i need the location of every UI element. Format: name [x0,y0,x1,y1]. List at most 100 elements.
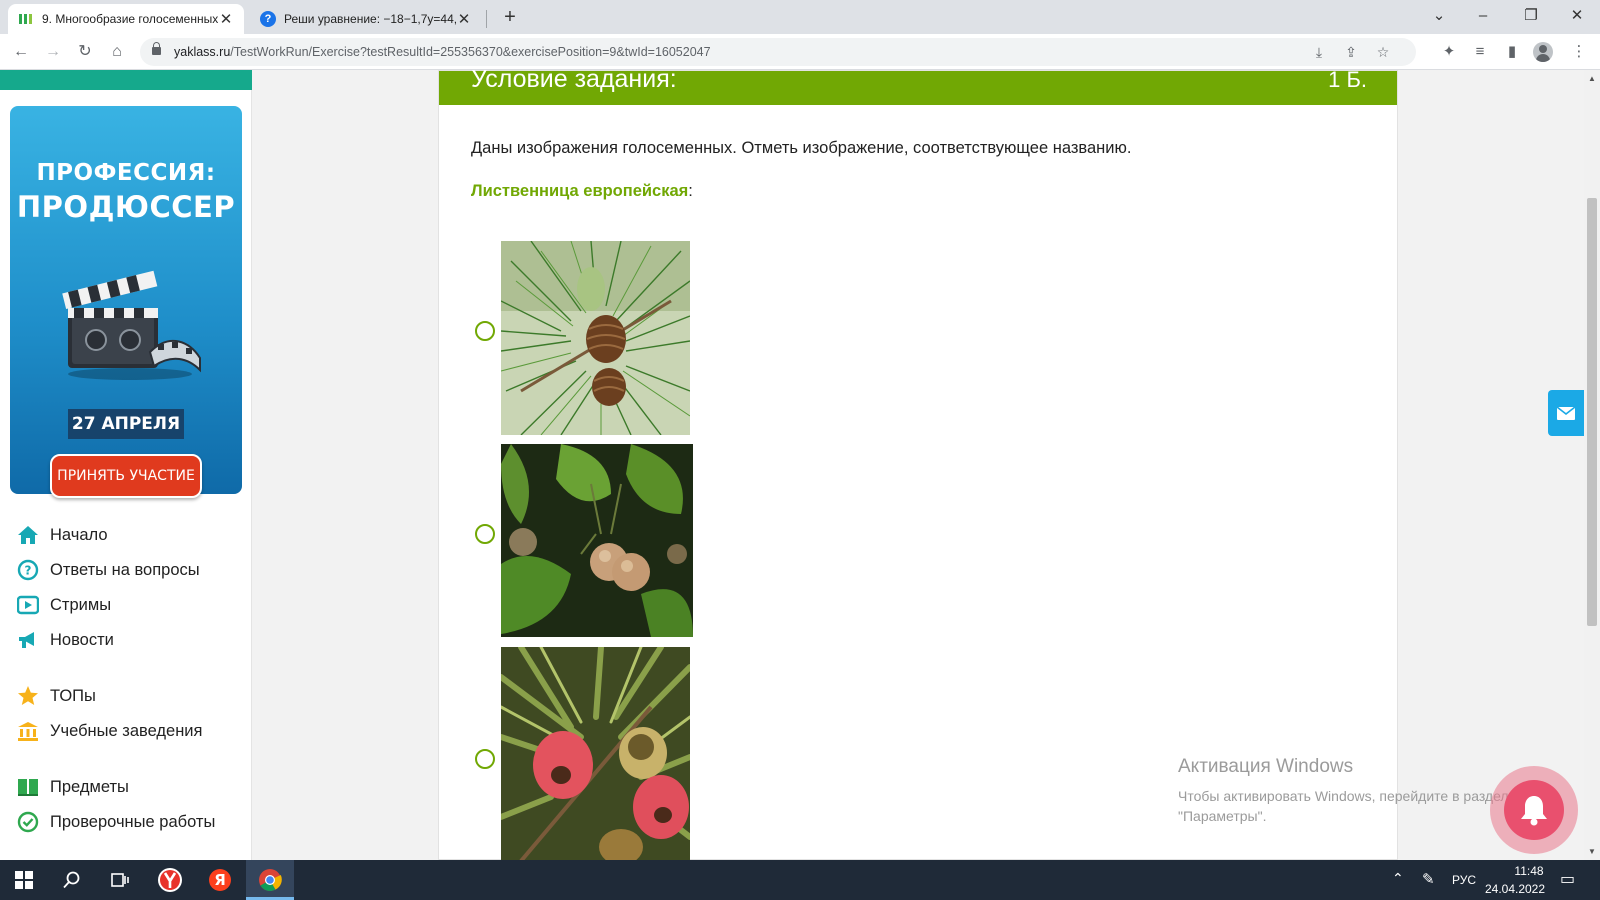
side-panel-icon[interactable]: ▮ [1499,39,1525,65]
sidebar-item-subjects[interactable]: Предметы [16,774,129,800]
notification-bell-button[interactable] [1490,766,1578,854]
scroll-thumb[interactable] [1587,198,1597,626]
search-icon [63,871,80,889]
extensions-icon[interactable]: ✦ [1436,39,1462,65]
yandex-browser-icon [158,868,182,892]
close-tab-icon[interactable]: ✕ [218,10,234,28]
action-center-icon[interactable]: ▭ [1560,869,1575,889]
windows-logo-icon [15,871,33,889]
taskbar-search-button[interactable] [48,860,96,900]
bell-badge [1504,780,1564,840]
start-button[interactable] [0,860,48,900]
url-domain: yaklass.ru [174,45,231,59]
forward-button[interactable]: → [40,39,66,65]
close-window-button[interactable]: ✕ [1554,2,1600,30]
exercise-header: Условие задания: 1 Б. [439,70,1397,105]
url-text[interactable]: yaklass.ru/TestWorkRun/Exercise?testResu… [174,45,711,59]
tab-active[interactable]: 9. Многообразие голосеменных ✕ [8,4,244,34]
play-icon [16,593,40,617]
banner-date: 27 АПРЕЛЯ [68,409,184,439]
share-icon[interactable]: ⇪ [1340,41,1362,63]
banner-participate-button[interactable]: ПРИНЯТЬ УЧАСТИЕ [50,454,202,498]
svg-text:Я: Я [214,871,226,889]
page-viewport: ПРОФЕССИЯ: ПРОДЮССЕР 27 АПРЕЛЯ ПРИНЯТЬ У… [0,70,1584,860]
sidebar-item-tests[interactable]: Проверочные работы [16,809,215,835]
target-species: Лиственница европейская: [471,182,693,201]
home-button[interactable]: ⌂ [104,39,130,65]
option-1-radio[interactable] [475,321,495,341]
activation-text-2: "Параметры". [1178,808,1267,824]
lock-icon[interactable] [152,42,161,55]
feedback-mail-button[interactable] [1548,390,1584,436]
close-tab-icon[interactable]: ✕ [456,10,472,28]
install-icon[interactable]: ⤓ [1308,41,1330,63]
reading-list-icon[interactable]: ≡ [1467,39,1493,65]
option-2-radio[interactable] [475,524,495,544]
promo-banner[interactable]: ПРОФЕССИЯ: ПРОДЮССЕР 27 АПРЕЛЯ ПРИНЯТЬ У… [10,106,242,498]
activation-text-1: Чтобы активировать Windows, перейдите в … [1178,788,1509,804]
banner-line-2: ПРОДЮССЕР [16,190,236,224]
star-icon [16,684,40,708]
yandex-app-button[interactable]: Я [196,860,244,900]
scroll-up-arrow-icon[interactable]: ▲ [1588,74,1596,83]
sidebar-item-institutions[interactable]: Учебные заведения [16,718,202,744]
menu-kebab-icon[interactable]: ⋮ [1566,39,1592,65]
tray-chevron-icon[interactable]: ⌃ [1392,870,1404,887]
yandex-icon: Я [209,869,231,891]
task-view-button[interactable] [96,860,144,900]
reload-button[interactable]: ↻ [72,39,98,65]
minimize-button[interactable]: – [1460,2,1506,30]
tab-label: 9. Многообразие голосеменных [42,12,218,26]
option-2-image[interactable] [501,444,693,637]
chrome-icon [259,869,282,891]
sidebar-item-news[interactable]: Новости [16,627,114,653]
option-3-radio[interactable] [475,749,495,769]
bell-icon [1521,796,1547,826]
ginkgo-seeds-image [501,444,693,637]
clock-time[interactable]: 11:48 [1494,864,1564,878]
option-1-image[interactable] [501,241,690,435]
sidebar-item-label: Учебные заведения [50,721,203,740]
bookmark-star-icon[interactable]: ☆ [1372,41,1394,63]
browser-toolbar: ← → ↻ ⌂ yaklass.ru/TestWorkRun/Exercise?… [0,34,1600,70]
yew-berries-image [501,647,690,860]
target-species-name: Лиственница европейская [471,182,689,200]
book-icon [16,775,40,799]
profile-avatar-icon[interactable] [1533,42,1553,62]
banner-line-1: ПРОФЕССИЯ: [36,160,216,186]
restore-button[interactable]: ❐ [1508,2,1554,30]
envelope-icon [1557,406,1575,420]
language-indicator[interactable]: РУС [1452,873,1476,887]
scroll-down-arrow-icon[interactable]: ▼ [1588,847,1596,856]
chrome-button[interactable] [246,860,294,900]
exercise-instruction: Даны изображения голосеменных. Отметь из… [471,139,1132,157]
windows-taskbar: Я ⌃ ✎ РУС 11:48 24.04.2022 ▭ [0,860,1600,900]
page-scrollbar[interactable]: ▲ ▼ [1584,70,1600,860]
sidebar-header-strip [0,70,252,90]
address-bar[interactable]: yaklass.ru/TestWorkRun/Exercise?testResu… [140,38,1416,66]
back-button[interactable]: ← [8,39,34,65]
sidebar-item-label: Новости [50,630,114,649]
question-favicon-icon: ? [260,11,276,27]
new-tab-button[interactable]: + [498,5,522,29]
option-3-image[interactable] [501,647,690,860]
yandex-browser-button[interactable] [146,860,194,900]
tab-inactive[interactable]: ? Реши уравнение: −18−1,7y=44,4 ✕ [250,4,482,34]
tab-search-icon[interactable]: ⌄ [1416,2,1462,30]
megaphone-icon [16,628,40,652]
clock-date[interactable]: 24.04.2022 [1478,882,1552,896]
exercise-points: 1 Б. [1328,70,1367,92]
pen-icon[interactable]: ✎ [1422,870,1435,888]
exercise-title: Условие задания: [471,70,677,93]
sidebar-item-streams[interactable]: Стримы [16,592,111,618]
sidebar-item-answers[interactable]: ? Ответы на вопросы [16,557,200,583]
tab-label: Реши уравнение: −18−1,7y=44,4 [284,12,456,26]
activation-title: Активация Windows [1178,756,1354,777]
larch-cones-image [501,241,690,435]
clapperboard-icon [62,270,201,380]
sidebar-item-home[interactable]: Начало [16,522,108,548]
home-icon [16,523,40,547]
sidebar-item-tops[interactable]: ТОПы [16,683,96,709]
sidebar-item-label: Начало [50,525,108,544]
sidebar: ПРОФЕССИЯ: ПРОДЮССЕР 27 АПРЕЛЯ ПРИНЯТЬ У… [0,70,252,860]
